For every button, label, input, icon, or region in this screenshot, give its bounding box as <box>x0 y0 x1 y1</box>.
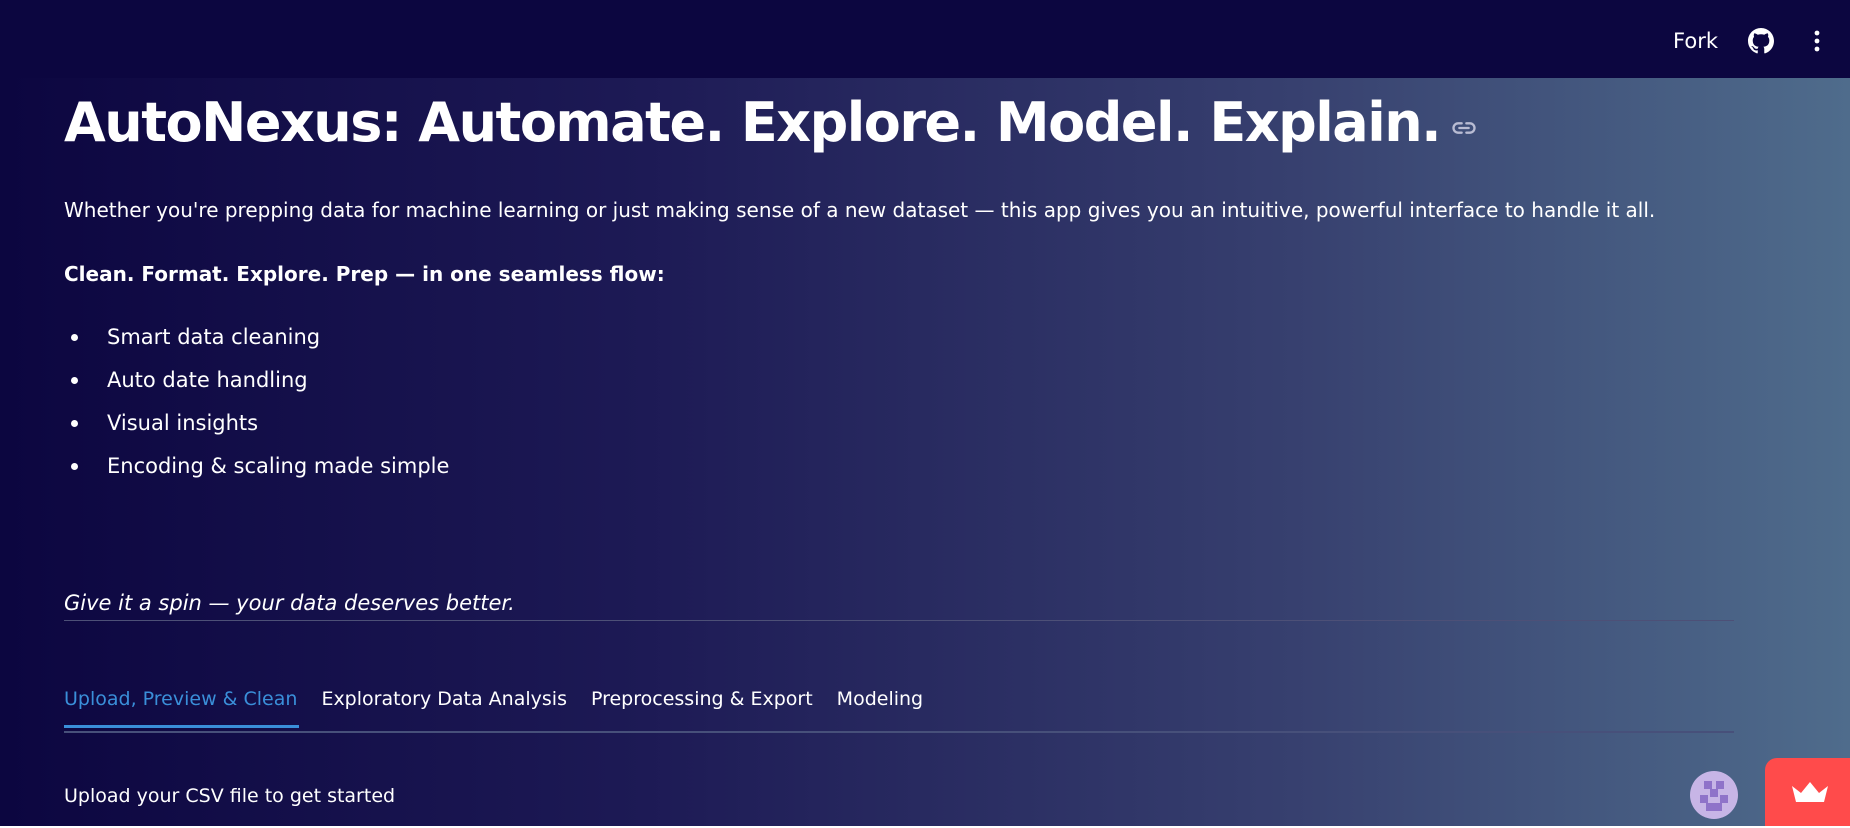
feature-label: Smart data cleaning <box>107 325 321 349</box>
features-heading: Clean. Format. Explore. Prep — in one se… <box>64 262 665 286</box>
list-item: Smart data cleaning <box>64 322 449 365</box>
app-container: Fork AutoNexus: Automate. Explore. Model… <box>0 0 1850 826</box>
bullet-icon <box>71 420 78 427</box>
feature-list: Smart data cleaning Auto date handling V… <box>64 322 449 494</box>
page-title: AutoNexus: Automate. Explore. Model. Exp… <box>64 91 1442 154</box>
tab-preprocessing-export[interactable]: Preprocessing & Export <box>591 688 813 728</box>
tab-exploratory-data-analysis[interactable]: Exploratory Data Analysis <box>321 688 567 728</box>
crown-icon <box>1790 780 1830 808</box>
manage-app-button[interactable] <box>1765 758 1850 826</box>
bullet-icon <box>71 377 78 384</box>
link-icon[interactable] <box>1450 114 1478 142</box>
avatar-icon[interactable] <box>1690 771 1738 819</box>
feature-label: Auto date handling <box>107 368 308 392</box>
tagline: Give it a spin — your data deserves bett… <box>64 591 515 615</box>
list-item: Visual insights <box>64 408 449 451</box>
tab-upload-preview-clean[interactable]: Upload, Preview & Clean <box>64 688 300 728</box>
divider <box>64 620 1734 621</box>
fork-button[interactable]: Fork <box>1673 29 1718 53</box>
bullet-icon <box>71 463 78 470</box>
top-toolbar: Fork <box>0 0 1850 78</box>
title-row: AutoNexus: Automate. Explore. Model. Exp… <box>64 96 1478 150</box>
feature-label: Encoding & scaling made simple <box>107 454 450 478</box>
list-item: Encoding & scaling made simple <box>64 451 449 494</box>
list-item: Auto date handling <box>64 365 449 408</box>
tab-modeling[interactable]: Modeling <box>837 688 923 728</box>
intro-paragraph: Whether you're prepping data for machine… <box>64 198 1656 222</box>
upload-label: Upload your CSV file to get started <box>64 785 396 807</box>
tab-bar: Upload, Preview & Clean Exploratory Data… <box>64 688 947 728</box>
kebab-menu-icon[interactable] <box>1804 26 1830 56</box>
bullet-icon <box>71 334 78 341</box>
github-icon[interactable] <box>1748 28 1774 54</box>
feature-label: Visual insights <box>107 411 259 435</box>
toolbar-actions: Fork <box>1673 24 1830 58</box>
tab-baseline <box>64 731 1734 733</box>
